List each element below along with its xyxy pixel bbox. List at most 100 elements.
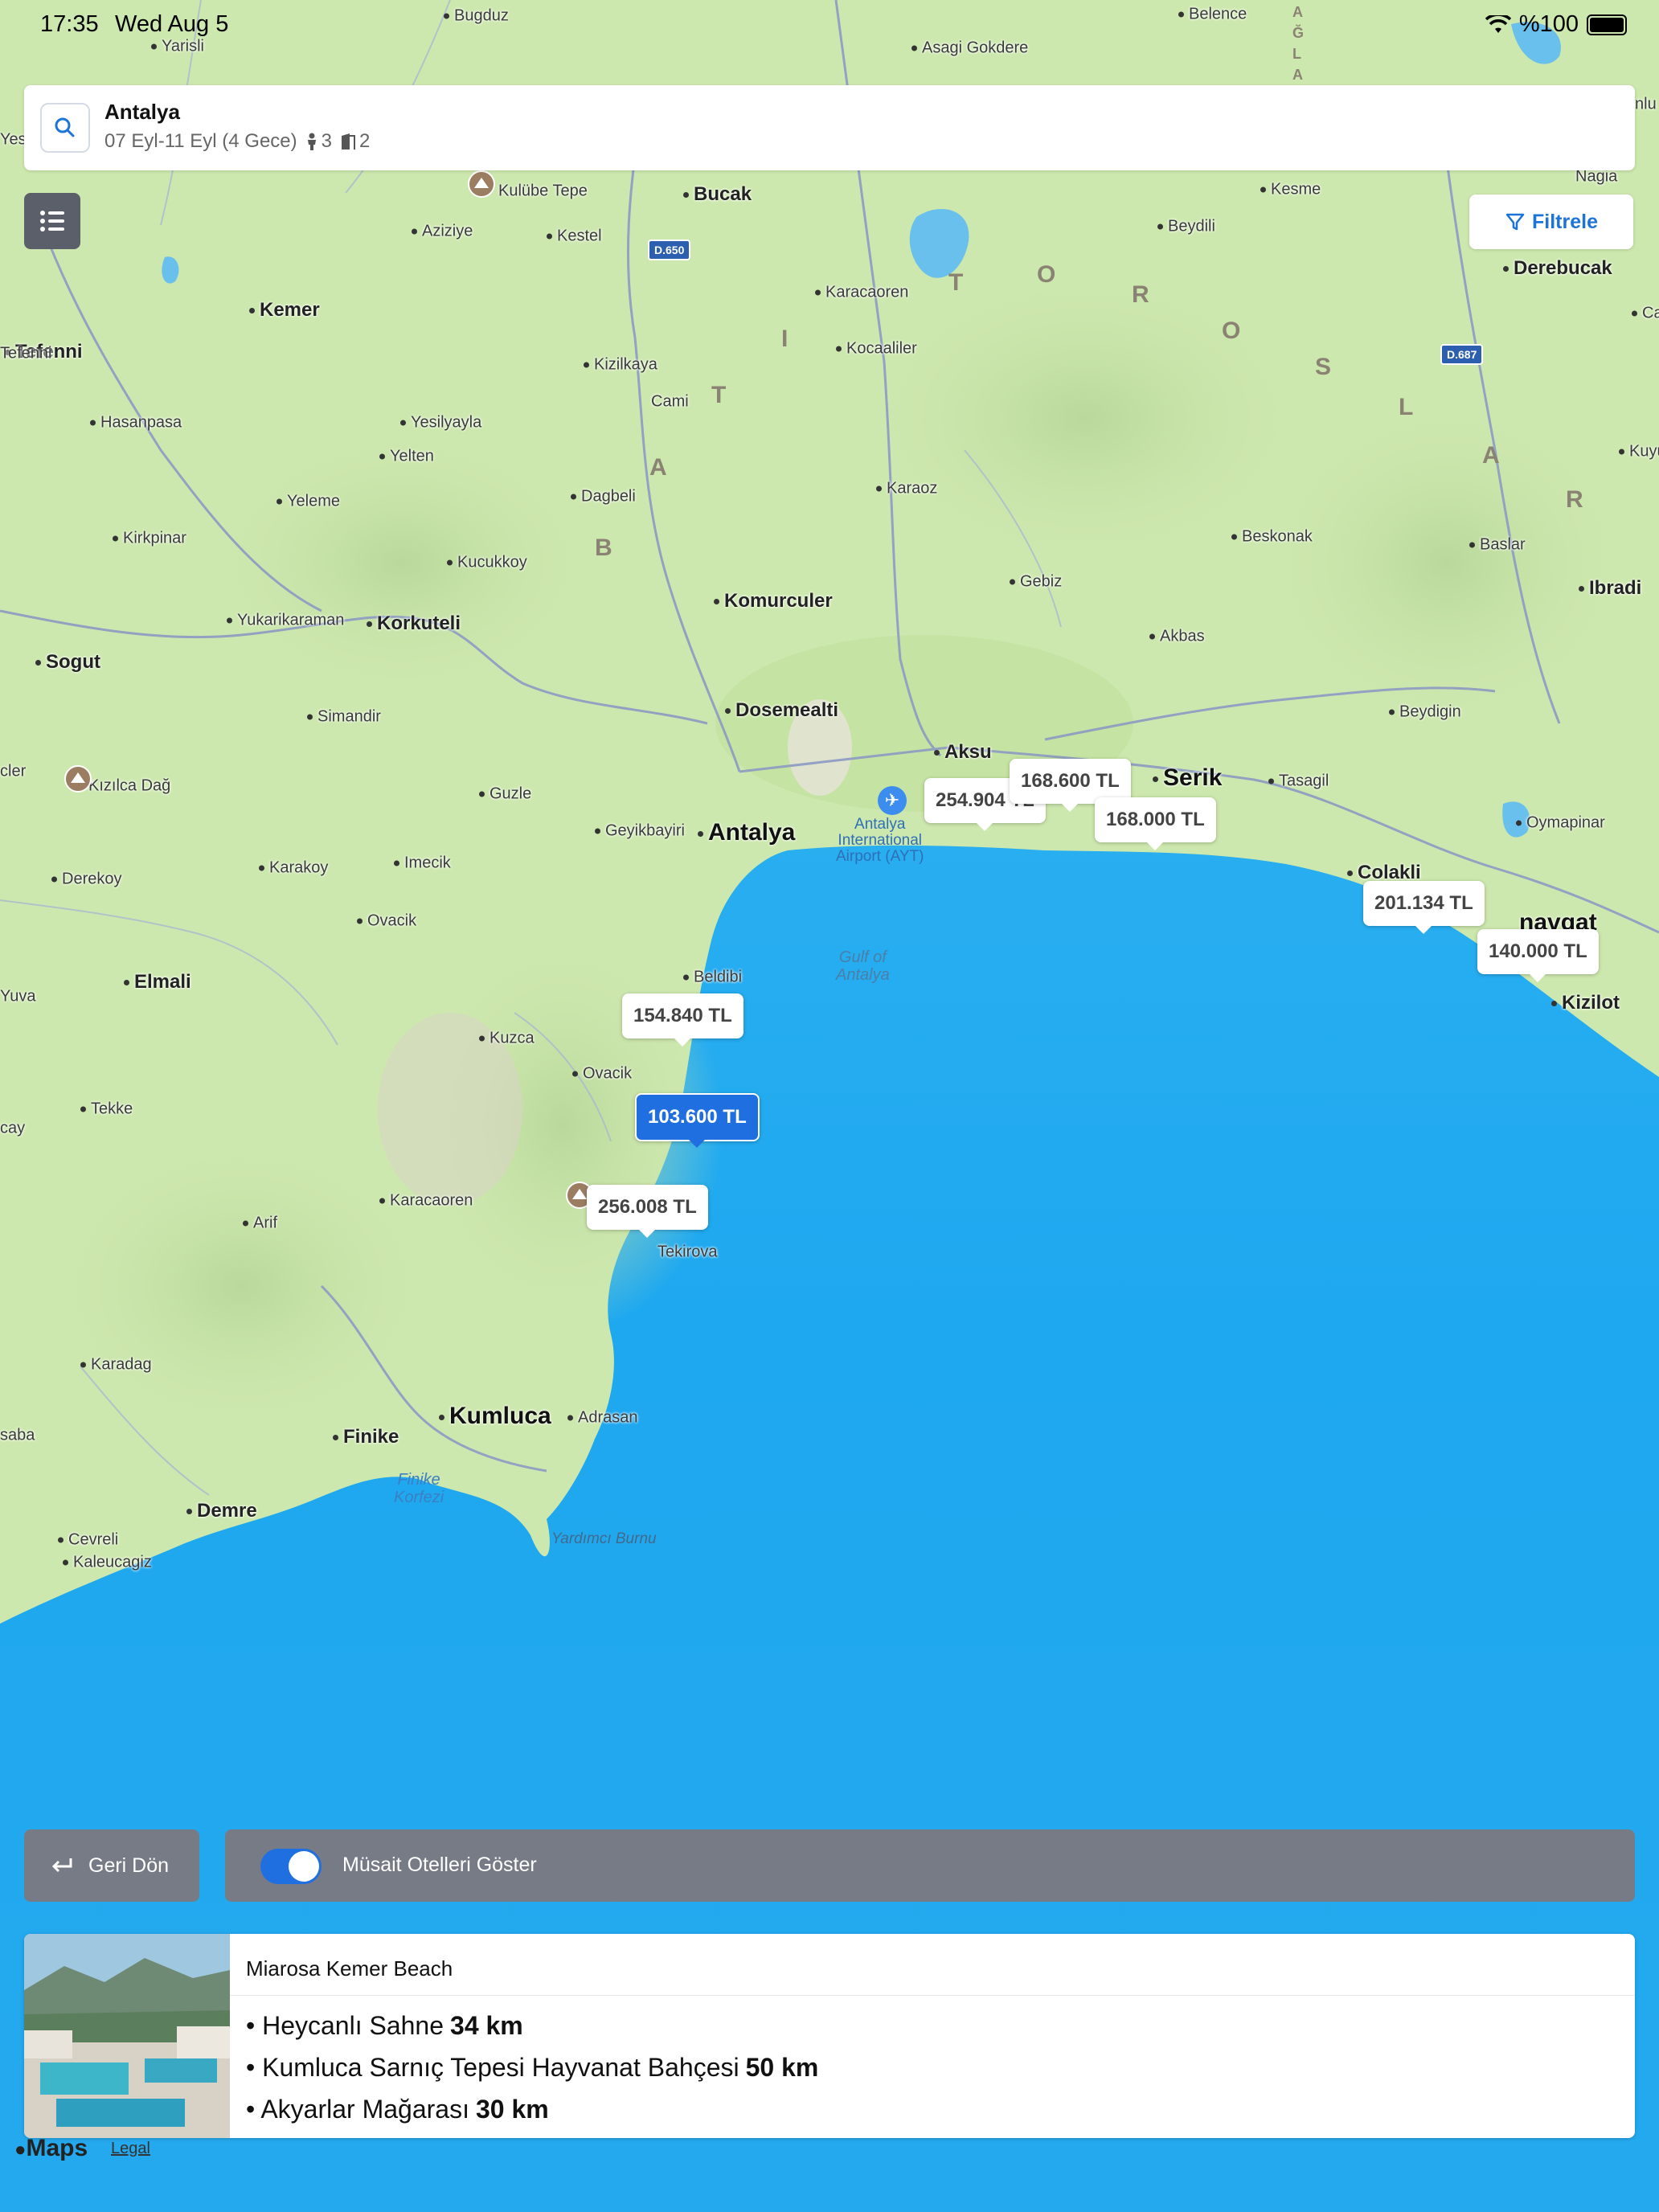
available-hotels-toggle[interactable]	[260, 1849, 322, 1884]
poi-name: • Heycanlı Sahne	[246, 2011, 444, 2040]
filter-label: Filtrele	[1532, 210, 1598, 233]
legal-link[interactable]: Legal	[111, 2140, 150, 2158]
battery-percent: %100	[1518, 11, 1579, 37]
place-label: Baslar	[1469, 536, 1526, 555]
place-label: Karaoz	[876, 480, 937, 498]
place-label: Kuzca	[479, 1030, 535, 1048]
poi-name: • Akyarlar Mağarası	[246, 2095, 469, 2124]
place-label: Beydigin	[1389, 703, 1461, 722]
airport-label[interactable]: Antalya International Airport (AYT)	[836, 817, 924, 865]
place-label: Cevreli	[58, 1531, 118, 1550]
place-label: Tefenni	[0, 344, 52, 363]
price-pin[interactable]: 140.000 TL	[1477, 929, 1599, 982]
range-letter: O	[1222, 317, 1246, 344]
range-letter: I	[781, 326, 793, 352]
search-button[interactable]	[40, 103, 90, 153]
poi-item: • Kumluca Sarnıç Tepesi Hayvanat Bahçesi…	[246, 2053, 818, 2083]
price-pin[interactable]: 256.008 TL	[587, 1185, 708, 1238]
available-hotels-toggle-bar[interactable]: Müsait Otelleri Göster	[225, 1829, 1635, 1902]
range-letter: R	[1132, 281, 1154, 308]
price-pin[interactable]: 168.000 TL	[1095, 797, 1216, 850]
mountain-peak-icon	[468, 170, 495, 198]
place-label: Hasanpasa	[90, 414, 182, 432]
maps-label: Maps	[26, 2135, 88, 2161]
poi-name: • Kumluca Sarnıç Tepesi Hayvanat Bahçesi	[246, 2053, 739, 2082]
place-label: Serik	[1153, 764, 1222, 792]
status-time: 17:35	[40, 11, 99, 37]
place-label: Beskonak	[1231, 528, 1313, 547]
search-summary-bar[interactable]: Antalya 07 Eyl-11 Eyl (4 Gece) 3 2	[24, 85, 1635, 170]
place-label: Gebiz	[1010, 573, 1062, 592]
place-label: Korkuteli	[367, 612, 461, 635]
wifi-icon	[1485, 14, 1511, 33]
list-view-button[interactable]	[24, 193, 80, 249]
back-label: Geri Dön	[88, 1854, 170, 1877]
back-button[interactable]: Geri Dön	[24, 1829, 199, 1902]
search-icon	[55, 117, 75, 137]
place-label: Sogut	[35, 651, 100, 674]
place-label: Antalya	[698, 819, 795, 846]
road-shield: D.650	[648, 240, 691, 260]
place-label: Karacaoren	[379, 1192, 473, 1210]
place-label: Kesme	[1260, 181, 1321, 199]
poi-item: • Akyarlar Mağarası 30 km	[246, 2095, 549, 2124]
range-letter: T	[711, 382, 731, 408]
place-label: Adrasan	[567, 1409, 638, 1428]
adult-count: 3	[321, 130, 333, 152]
place-label: Tekirova	[657, 1243, 718, 1261]
apple-logo-icon: ●	[14, 2139, 27, 2161]
status-right: %100	[1485, 11, 1627, 38]
place-label: nlu	[1635, 95, 1657, 113]
return-arrow-icon	[51, 1858, 72, 1873]
place-label: saba	[0, 1426, 35, 1444]
filter-button[interactable]: Filtrele	[1469, 195, 1633, 249]
place-label: Kirkpinar	[113, 530, 186, 548]
toggle-label: Müsait Otelleri Göster	[342, 1854, 537, 1876]
mountain-peak-icon	[64, 765, 92, 793]
place-label: Ovacik	[572, 1065, 632, 1083]
gulf-antalya-label: Gulf of Antalya	[836, 948, 890, 984]
search-destination: Antalya	[104, 100, 180, 124]
place-label: Elmali	[124, 971, 191, 993]
price-pin-selected[interactable]: 103.600 TL	[635, 1093, 760, 1148]
place-label: Kemer	[249, 299, 320, 322]
room-door-icon	[342, 133, 356, 150]
hotel-card[interactable]: Miarosa Kemer Beach • Heycanlı Sahne 34 k…	[24, 1934, 1635, 2138]
place-label: Geyikbayiri	[595, 822, 685, 841]
status-date: Wed Aug 5	[115, 11, 229, 37]
hotel-photo[interactable]	[24, 1934, 230, 2138]
search-details: 07 Eyl-11 Eyl (4 Gece) 3 2	[104, 130, 370, 153]
list-icon	[40, 211, 64, 231]
place-label: Demre	[186, 1500, 257, 1522]
status-bar: 17:35 Wed Aug 5 %100	[40, 11, 1627, 43]
poi-distance: 34 km	[450, 2011, 523, 2040]
range-letter: A	[649, 454, 672, 481]
place-label: Finike	[333, 1426, 399, 1448]
room-count: 2	[359, 130, 371, 152]
place-label: cay	[0, 1119, 26, 1137]
poi-item: • Heycanlı Sahne 34 km	[246, 2011, 523, 2041]
filter-icon	[1505, 213, 1525, 231]
poi-distance: 50 km	[745, 2053, 819, 2082]
place-label: Guzle	[479, 785, 531, 804]
place-label: Dosemealti	[725, 699, 838, 722]
toggle-knob	[289, 1851, 319, 1882]
price-pin[interactable]: 154.840 TL	[622, 993, 743, 1047]
airport-icon[interactable]: ✈	[878, 786, 907, 815]
person-icon	[307, 133, 316, 150]
range-letter: R	[1566, 486, 1588, 513]
place-label: Yukarikaraman	[227, 612, 344, 630]
place-label: Oymapinar	[1516, 814, 1605, 833]
place-label: Dagbeli	[571, 488, 636, 506]
price-pin[interactable]: 201.134 TL	[1363, 881, 1485, 934]
battery-icon	[1587, 14, 1627, 35]
place-label: Kizilkaya	[584, 356, 657, 375]
gulf-finike-label: Finike Korfezi	[394, 1471, 444, 1506]
place-label: Karadag	[80, 1356, 152, 1374]
range-letter: B	[595, 535, 617, 561]
place-label: cler	[0, 762, 27, 780]
place-label: Yes	[0, 130, 27, 149]
place-label: Kucukkoy	[447, 554, 527, 572]
place-label: Kestel	[547, 227, 602, 246]
place-label: Ovacik	[357, 912, 416, 931]
